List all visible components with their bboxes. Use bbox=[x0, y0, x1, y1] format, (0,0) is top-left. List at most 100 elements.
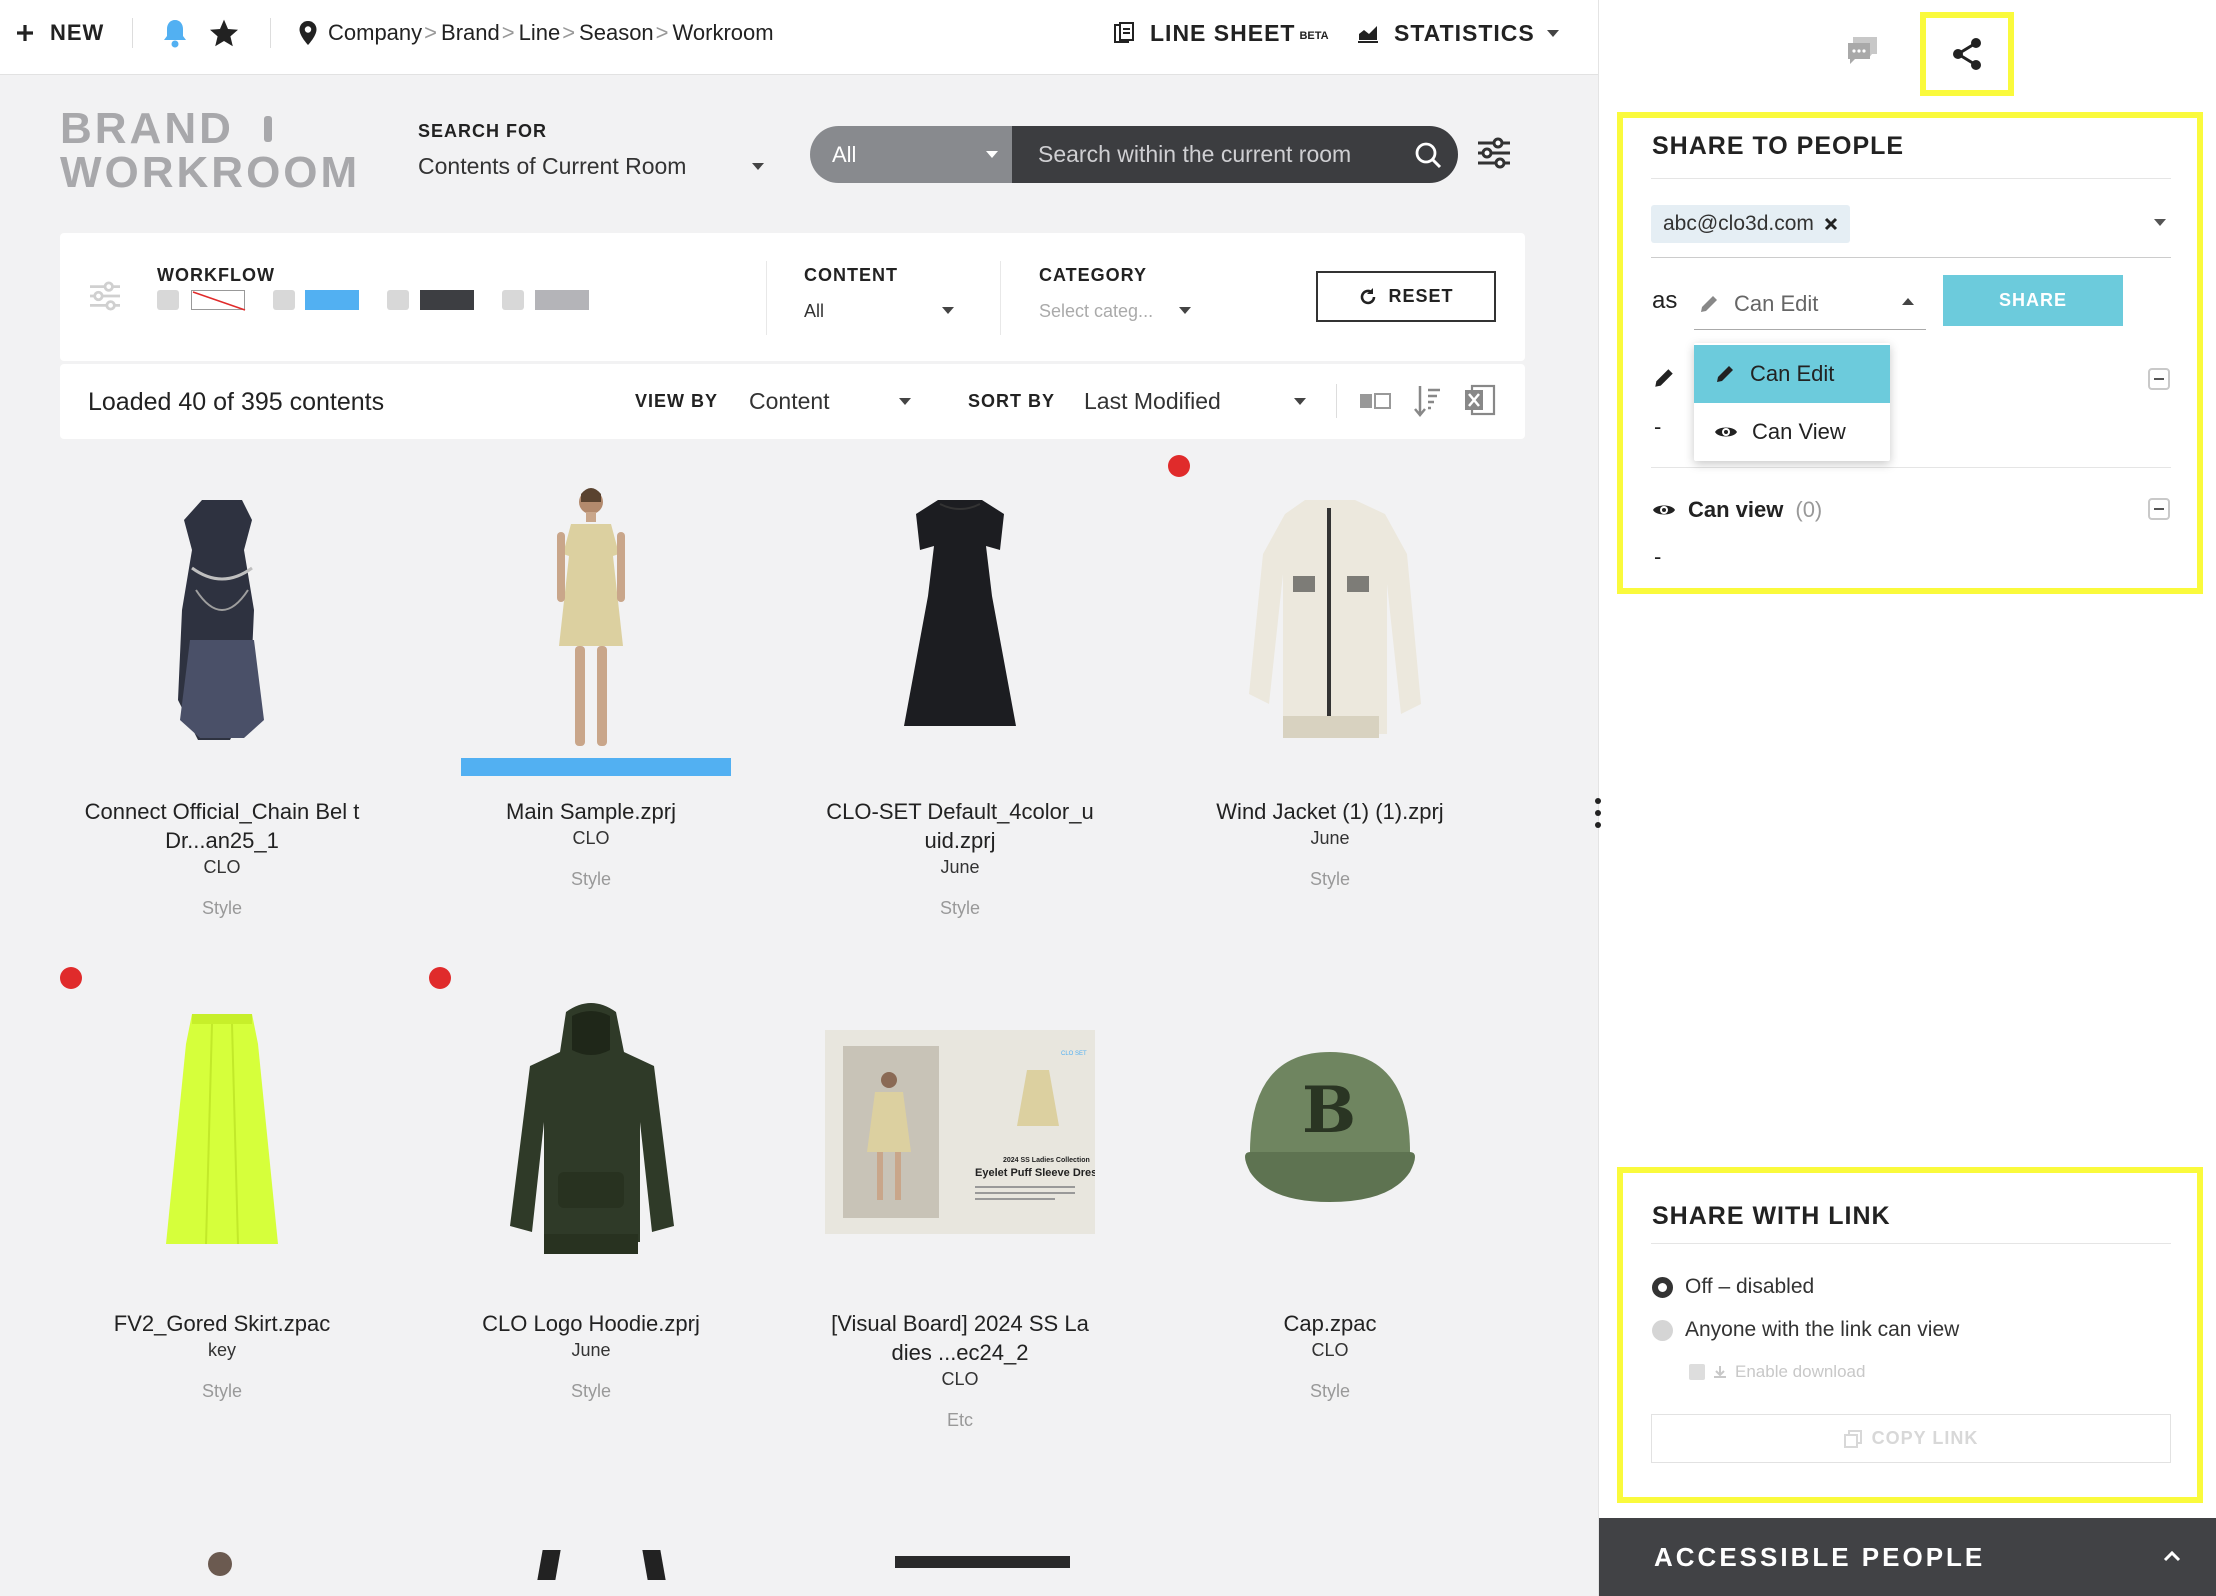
loaded-count: Loaded 40 of 395 contents bbox=[88, 388, 384, 417]
card-title[interactable]: CLO Logo Hoodie.zprj bbox=[441, 1309, 741, 1338]
card-title[interactable]: [Visual Board] 2024 SS La dies ...ec24_2 bbox=[810, 1309, 1110, 1367]
workflow-swatch-dark[interactable] bbox=[420, 290, 474, 310]
search-button[interactable] bbox=[1398, 126, 1458, 183]
filter-settings-button[interactable] bbox=[1476, 137, 1512, 174]
category-select[interactable]: Select categ... bbox=[1039, 301, 1199, 322]
search-input[interactable] bbox=[1012, 126, 1398, 183]
reset-button[interactable]: RESET bbox=[1316, 271, 1496, 322]
enable-download-checkbox[interactable]: Enable download bbox=[1689, 1362, 1865, 1382]
download-icon bbox=[1714, 1366, 1726, 1378]
share-button[interactable]: SHARE bbox=[1943, 275, 2123, 326]
content-card[interactable]: FV2_Gored Skirt.zpac key Style bbox=[60, 967, 372, 1401]
line-sheet-button[interactable]: LINE SHEET BETA bbox=[1112, 0, 1329, 66]
card-title[interactable]: Main Sample.zprj bbox=[441, 797, 741, 826]
title-bar-mark bbox=[263, 116, 272, 142]
checkbox-disabled[interactable] bbox=[1689, 1364, 1705, 1380]
favorites-button[interactable] bbox=[208, 0, 240, 66]
panel-resize-handle[interactable] bbox=[1595, 798, 1601, 828]
workflow-swatch-blue[interactable] bbox=[305, 290, 359, 310]
sort-by-select[interactable]: Last Modified bbox=[1084, 388, 1314, 415]
refresh-icon bbox=[1361, 287, 1376, 304]
card-title[interactable]: FV2_Gored Skirt.zpac bbox=[72, 1309, 372, 1338]
card-title[interactable]: Cap.zpac bbox=[1180, 1309, 1480, 1338]
thumbnail-black-puff-dress[interactable] bbox=[810, 475, 1110, 765]
thumbnail-dark-chain-dress[interactable] bbox=[72, 475, 372, 765]
pencil-icon bbox=[1701, 295, 1717, 312]
option-can-view[interactable]: Can View bbox=[1694, 403, 1890, 461]
workflow-swatch-none[interactable] bbox=[191, 290, 246, 311]
thumbnail-olive-hoodie[interactable] bbox=[441, 987, 741, 1277]
card-title[interactable]: CLO-SET Default_4color_u uid.zprj bbox=[810, 797, 1110, 855]
search-scope-select[interactable]: All bbox=[810, 126, 1012, 183]
chevron-up-icon bbox=[2163, 1550, 2181, 1562]
comments-icon bbox=[1848, 37, 1877, 64]
accessible-people-bar[interactable]: ACCESSIBLE PEOPLE bbox=[1599, 1518, 2216, 1596]
link-option-anyone[interactable]: Anyone with the link can view bbox=[1652, 1318, 1959, 1342]
content-card[interactable]: Connect Official_Chain Bel t Dr...an25_1… bbox=[72, 475, 372, 918]
radio-selected[interactable] bbox=[1652, 1276, 1673, 1298]
remove-chip-icon[interactable] bbox=[1824, 217, 1838, 231]
divider bbox=[270, 18, 271, 48]
sort-by-value: Last Modified bbox=[1084, 388, 1221, 414]
breadcrumb-item[interactable]: Brand bbox=[441, 20, 500, 46]
page-title: BRAND WORKROOM bbox=[60, 107, 360, 195]
thumbnail-visual-board[interactable]: CLO SET 2024 SS Ladies Collection Eyelet P… bbox=[810, 987, 1110, 1277]
divider bbox=[1336, 384, 1337, 418]
thumbnail-green-b-cap[interactable]: B bbox=[1180, 987, 1480, 1277]
breadcrumb-item[interactable]: Workroom bbox=[673, 20, 774, 46]
collapse-can-edit-button[interactable] bbox=[2148, 368, 2170, 390]
statistics-button[interactable]: STATISTICS bbox=[1356, 0, 1559, 66]
card-title[interactable]: Wind Jacket (1) (1).zprj bbox=[1180, 797, 1480, 826]
link-option-off[interactable]: Off – disabled bbox=[1652, 1275, 1814, 1299]
content-select[interactable]: All bbox=[804, 301, 954, 322]
search-scope-value: All bbox=[832, 141, 857, 167]
content-card[interactable]: CLO SET 2024 SS Ladies Collection Eyelet P… bbox=[810, 987, 1110, 1430]
collapse-can-view-button[interactable] bbox=[2148, 498, 2170, 520]
share-to-people-title: SHARE TO PEOPLE bbox=[1652, 132, 1905, 160]
share-icon bbox=[1953, 38, 1981, 70]
thumbnail-neon-gored-skirt[interactable] bbox=[72, 987, 372, 1277]
bell-icon bbox=[164, 20, 186, 48]
notification-button[interactable] bbox=[160, 0, 190, 66]
content-card[interactable]: Wind Jacket (1) (1).zprj June Style bbox=[1168, 455, 1480, 889]
thumbnail-avatar-sample-dress[interactable] bbox=[441, 475, 741, 765]
content-card[interactable]: CLO Logo Hoodie.zprj June Style bbox=[429, 967, 741, 1401]
card-owner: key bbox=[207, 1340, 236, 1360]
workflow-swatch-gray[interactable] bbox=[535, 290, 589, 310]
category-placeholder: Select categ... bbox=[1039, 301, 1154, 321]
search-for-select[interactable]: Contents of Current Room bbox=[418, 153, 764, 180]
recipients-dropdown-icon[interactable] bbox=[2154, 219, 2166, 226]
view-toggle-button[interactable] bbox=[1358, 388, 1392, 419]
breadcrumb-item[interactable]: Company bbox=[328, 20, 422, 46]
workflow-checkbox-2[interactable] bbox=[273, 290, 295, 310]
export-excel-button[interactable] bbox=[1463, 383, 1497, 422]
eye-icon bbox=[1653, 505, 1675, 515]
card-title[interactable]: Connect Official_Chain Bel t Dr...an25_1 bbox=[72, 797, 372, 855]
sort-order-button[interactable] bbox=[1412, 384, 1442, 423]
thumbnail-cream-wind-jacket[interactable] bbox=[1180, 475, 1480, 765]
garment-thumb-partial bbox=[895, 1556, 1070, 1568]
workflow-checkbox-4[interactable] bbox=[502, 290, 524, 310]
option-can-edit[interactable]: Can Edit bbox=[1694, 345, 1890, 403]
new-button[interactable]: NEW bbox=[14, 0, 104, 66]
breadcrumb-item[interactable]: Line bbox=[519, 20, 561, 46]
breadcrumb-item[interactable]: Season bbox=[579, 20, 654, 46]
content-card[interactable]: Main Sample.zprj CLO Style bbox=[441, 475, 741, 889]
content-card[interactable]: CLO-SET Default_4color_u uid.zprj June Sty… bbox=[810, 475, 1110, 918]
permission-select[interactable]: Can Edit bbox=[1694, 278, 1926, 330]
share-tab[interactable] bbox=[1949, 36, 1985, 77]
content-card[interactable]: B Cap.zpac CLO Style bbox=[1180, 987, 1480, 1401]
view-by-select[interactable]: Content bbox=[749, 388, 919, 415]
copy-link-button[interactable]: COPY LINK bbox=[1651, 1414, 2171, 1463]
divider bbox=[1000, 261, 1001, 335]
card-type: Style bbox=[939, 898, 981, 918]
new-update-indicator bbox=[429, 967, 451, 989]
card-type: Style bbox=[201, 898, 243, 918]
workflow-checkbox-3[interactable] bbox=[387, 290, 409, 310]
workflow-checkbox-1[interactable] bbox=[157, 290, 179, 310]
radio-unselected[interactable] bbox=[1652, 1319, 1673, 1341]
comments-tab[interactable] bbox=[1845, 34, 1881, 71]
option-can-edit-label: Can Edit bbox=[1750, 361, 1835, 386]
card-owner: June bbox=[571, 1340, 611, 1360]
divider bbox=[1651, 178, 2171, 179]
